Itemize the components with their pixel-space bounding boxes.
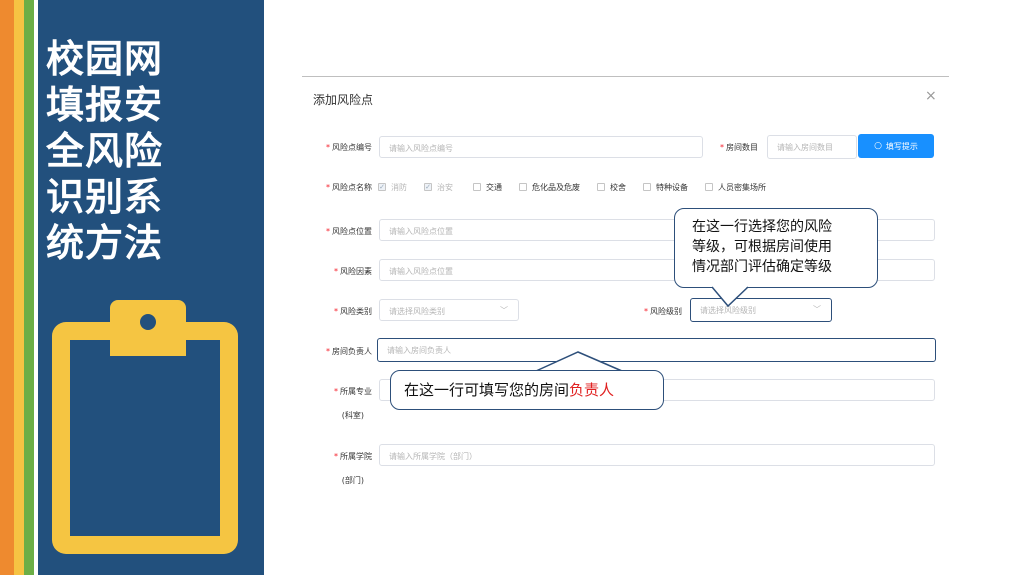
checkbox-crowded-places[interactable]: 人员密集场所 [705, 182, 766, 193]
level-label-text: 风险级别 [650, 307, 682, 316]
owner-label: * 房间负责人 [326, 347, 372, 356]
fill-tip-button[interactable]: ○ 填写提示 [858, 134, 934, 158]
owner-input[interactable]: 请输入房间负责人 [377, 338, 936, 362]
clipboard-clip [110, 300, 186, 356]
checkbox-icon [473, 183, 481, 191]
chevron-down-icon: ﹀ [500, 306, 508, 315]
checkbox-icon [519, 183, 527, 191]
checkbox-label: 消防 [391, 182, 407, 192]
name-label-text: 风险点名称 [332, 183, 372, 192]
owner-callout-highlight: 负责人 [569, 381, 615, 399]
checkbox-checked-icon: ✓ [424, 183, 432, 191]
checkbox-icon [597, 183, 605, 191]
callout-line: 情况部门评估确定等级 [692, 259, 832, 275]
slide-title-line: 填报安 [46, 82, 164, 127]
code-label: * 风险点编号 [326, 143, 372, 152]
search-icon: ○ [874, 141, 882, 151]
code-label-text: 风险点编号 [332, 143, 372, 152]
checkbox-checked-icon: ✓ [378, 183, 386, 191]
callout-line: 在这一行选择您的风险 [692, 219, 832, 235]
decor-stripe-green [24, 0, 34, 575]
checkbox-fire[interactable]: ✓ 消防 [378, 182, 407, 193]
slide-title-line: 识别系 [46, 174, 164, 219]
college-label-text: 所属学院 [340, 452, 372, 461]
code-input[interactable]: 请输入风险点编号 [379, 136, 703, 158]
college-placeholder: 请输入所属学院（部门） [389, 452, 477, 461]
chevron-down-icon: ﹀ [813, 305, 821, 314]
owner-label-text: 房间负责人 [332, 347, 372, 356]
checkbox-label: 校舍 [610, 182, 626, 192]
factor-label-text: 风险因素 [340, 267, 372, 276]
dialog-top-border [302, 76, 949, 77]
close-icon[interactable]: × [925, 88, 937, 104]
checkbox-traffic[interactable]: 交通 [473, 182, 502, 193]
location-placeholder: 请输入风险点位置 [389, 227, 453, 236]
checkbox-hazardous[interactable]: 危化品及危废 [519, 182, 580, 193]
checkbox-label: 人员密集场所 [718, 182, 766, 192]
owner-callout-pointer [535, 351, 623, 372]
category-select[interactable]: 请选择风险类别 ﹀ [379, 299, 519, 321]
name-checkbox-group: ✓ 消防 ✓ 治安 交通 危化品及危废 校舍 特种设备 人员密集场所 [378, 180, 783, 194]
college-sublabel: (部门) [341, 476, 364, 485]
location-label: * 风险点位置 [326, 227, 372, 236]
factor-label: * 风险因素 [334, 267, 372, 276]
checkbox-buildings[interactable]: 校舍 [597, 182, 626, 193]
major-label-text: 所属专业 [340, 387, 372, 396]
room-count-placeholder: 请输入房间数目 [777, 143, 833, 152]
major-sublabel: (科室) [341, 411, 364, 420]
owner-callout: 在这一行可填写您的房间负责人 [390, 370, 664, 410]
room-count-label-text: 房间数目 [726, 143, 758, 152]
category-label-text: 风险类别 [340, 307, 372, 316]
level-callout-pointer [712, 286, 749, 308]
college-input[interactable]: 请输入所属学院（部门） [379, 444, 935, 466]
clipboard-board [52, 322, 238, 554]
major-label: * 所属专业 [334, 387, 372, 396]
checkbox-icon [705, 183, 713, 191]
checkbox-special-equipment[interactable]: 特种设备 [643, 182, 688, 193]
slide-title-line: 全风险 [46, 128, 164, 173]
name-label: * 风险点名称 [326, 183, 372, 192]
dialog-title: 添加风险点 [313, 93, 374, 107]
decor-stripe-orange [0, 0, 14, 575]
room-count-input[interactable]: 请输入房间数目 [767, 135, 857, 159]
checkbox-label: 特种设备 [656, 182, 688, 192]
code-placeholder: 请输入风险点编号 [389, 144, 453, 153]
callout-line: 等级，可根据房间使用 [692, 239, 832, 255]
checkbox-security[interactable]: ✓ 治安 [424, 182, 453, 193]
owner-placeholder: 请输入房间负责人 [387, 346, 451, 355]
checkbox-label: 交通 [486, 182, 502, 192]
checkbox-label: 危化品及危废 [532, 182, 580, 192]
level-callout: 在这一行选择您的风险 等级，可根据房间使用 情况部门评估确定等级 [674, 208, 878, 288]
slide-title-line: 统方法 [46, 220, 164, 265]
owner-callout-text: 在这一行可填写您的房间 [404, 381, 570, 399]
level-label: * 风险级别 [644, 307, 682, 316]
slide-title: 校园网 填报安 全风险 识别系 统方法 [46, 36, 186, 266]
factor-placeholder: 请输入风险点位置 [389, 267, 453, 276]
slide-title-line: 校园网 [46, 36, 164, 81]
category-label: * 风险类别 [334, 307, 372, 316]
checkbox-icon [643, 183, 651, 191]
college-label: * 所属学院 [334, 452, 372, 461]
fill-tip-label: 填写提示 [885, 141, 918, 151]
room-count-label: * 房间数目 [720, 143, 758, 152]
checkbox-label: 治安 [437, 182, 453, 192]
decor-stripe-yellow [14, 0, 24, 575]
location-label-text: 风险点位置 [332, 227, 372, 236]
category-placeholder: 请选择风险类别 [389, 307, 445, 316]
